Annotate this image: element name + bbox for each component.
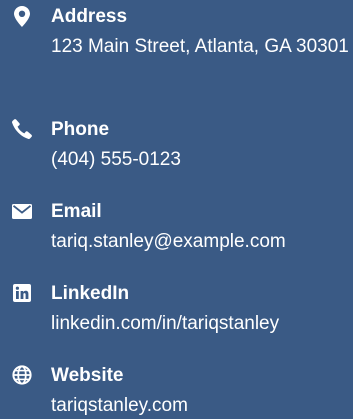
- contact-label: Email: [51, 201, 102, 222]
- website-value: tariqstanley.com: [51, 395, 188, 416]
- email-value: tariq.stanley@example.com: [51, 231, 286, 252]
- phone-value: (404) 555-0123: [51, 149, 181, 170]
- contact-label: Address: [51, 6, 128, 27]
- contact-label: Phone: [51, 119, 110, 140]
- contact-label: LinkedIn: [51, 283, 130, 304]
- linkedin-value: linkedin.com/in/tariqstanley: [51, 313, 280, 334]
- phone-icon: [11, 118, 33, 140]
- map-marker-icon: [11, 5, 33, 27]
- contact-list: Address 123 Main Street, Atlanta, GA 303…: [0, 0, 353, 419]
- address-value: 123 Main Street, Atlanta, GA 30301: [51, 36, 349, 57]
- envelope-icon: [11, 200, 33, 222]
- linkedin-icon: [11, 282, 33, 304]
- globe-icon: [11, 364, 33, 386]
- contact-label: Website: [51, 365, 124, 386]
